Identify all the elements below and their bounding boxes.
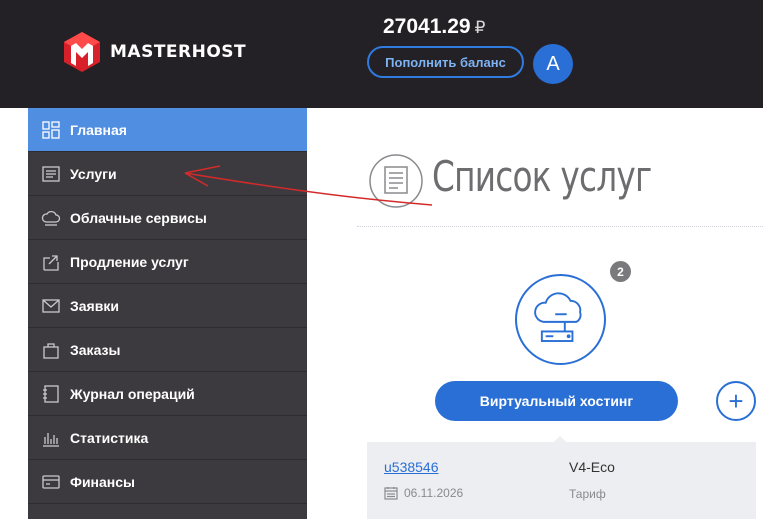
masterhost-logo-icon — [64, 32, 100, 72]
user-avatar[interactable]: A — [533, 44, 573, 84]
card-icon — [40, 471, 62, 493]
sidebar-item-label: Продление услуг — [70, 253, 189, 270]
topup-balance-button[interactable]: Пополнить баланс — [367, 46, 524, 78]
sidebar-item-journal[interactable]: Журнал операций — [28, 372, 307, 416]
page-title: Список услуг — [432, 152, 652, 201]
sidebar-item-label: Заявки — [70, 297, 119, 314]
sidebar-item-label: Облачные сервисы — [70, 209, 207, 226]
dashboard-icon — [40, 119, 62, 141]
list-icon — [40, 163, 62, 185]
sidebar-nav: Главная Услуги Облачные сервисы Продлени… — [28, 108, 307, 519]
sidebar-item-label: Услуги — [70, 165, 117, 182]
title-divider — [357, 226, 763, 227]
virtual-hosting-tile[interactable] — [515, 274, 606, 365]
plan-label: Тариф — [569, 487, 606, 501]
sidebar-item-label: Финансы — [70, 473, 135, 490]
sidebar-item-finance[interactable]: Финансы — [28, 460, 307, 504]
account-link[interactable]: u538546 — [384, 459, 439, 475]
sidebar-item-requests[interactable]: Заявки — [28, 284, 307, 328]
sidebar-item-label: Заказы — [70, 341, 121, 358]
brand-logo[interactable]: MASTERHOST — [60, 30, 246, 74]
plan-name: V4-Eco — [569, 459, 615, 475]
envelope-icon — [40, 295, 62, 317]
sidebar-item-services[interactable]: Услуги — [28, 152, 307, 196]
top-bar: MASTERHOST 27041.29 ₽ Пополнить баланс A — [0, 0, 763, 108]
sidebar-item-renewal[interactable]: Продление услуг — [28, 240, 307, 284]
sidebar-item-label: Журнал операций — [70, 385, 195, 402]
add-service-button[interactable]: + — [716, 381, 756, 421]
expiry-date: 06.11.2026 — [384, 486, 463, 500]
service-count-badge: 2 — [610, 261, 631, 282]
cloud-server-icon — [534, 292, 582, 342]
balance-amount: 27041.29 — [383, 15, 471, 38]
brand-name: MASTERHOST — [110, 42, 247, 62]
sidebar-item-statistics[interactable]: Статистика — [28, 416, 307, 460]
calendar-icon — [384, 487, 398, 500]
virtual-hosting-button[interactable]: Виртуальный хостинг — [435, 381, 678, 421]
bag-icon — [40, 339, 62, 361]
sidebar-item-home[interactable]: Главная — [28, 108, 307, 152]
sidebar-item-cloud[interactable]: Облачные сервисы — [28, 196, 307, 240]
sidebar-item-orders[interactable]: Заказы — [28, 328, 307, 372]
chart-icon — [40, 427, 62, 449]
expiry-date-value: 06.11.2026 — [404, 486, 464, 500]
renew-icon — [40, 251, 62, 273]
currency-symbol: ₽ — [474, 18, 486, 37]
journal-icon — [40, 383, 62, 405]
services-list-icon — [369, 154, 423, 208]
sidebar-item-label: Статистика — [70, 429, 149, 446]
balance-display: 27041.29 ₽ — [383, 15, 485, 39]
cloud-icon — [40, 207, 62, 229]
service-card: u538546 06.11.2026 V4-Eco Тариф — [367, 442, 756, 519]
sidebar-item-label: Главная — [70, 121, 127, 138]
